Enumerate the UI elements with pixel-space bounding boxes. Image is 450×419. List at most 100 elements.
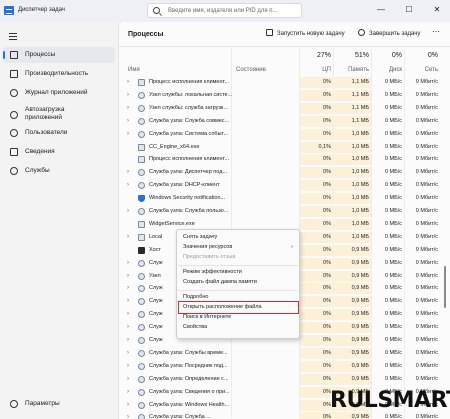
end-task-button[interactable]: Завершить задачу xyxy=(358,29,420,37)
expand-chevron-icon[interactable]: › xyxy=(127,414,129,419)
table-row[interactable]: › Служба узла: DHCP-клиент 0% 1,0 МБ 0 МБ/с 0… xyxy=(120,180,440,191)
expand-chevron-icon[interactable]: › xyxy=(127,402,129,408)
table-row[interactable]: › Служба узла: Система событ... 0% 1,0 МБ 0 … xyxy=(120,129,440,140)
disk-value: 0 МБ/с xyxy=(384,324,402,331)
memory-value: 0,9 МБ xyxy=(351,349,369,356)
run-new-task-button[interactable]: Запустить новую задачу xyxy=(266,29,345,37)
sidebar-item-startup[interactable]: Автозагрузка приложений xyxy=(3,104,115,126)
table-row[interactable]: › Служба узла: Служба ... 0% 0,9 МБ 0 МБ/с 0 … xyxy=(120,412,440,419)
expand-chevron-icon[interactable]: › xyxy=(127,92,129,98)
process-name: Служба узла: DHCP-клиент xyxy=(149,182,220,189)
expand-chevron-icon[interactable]: › xyxy=(127,79,129,85)
context-menu-item[interactable]: Подробно xyxy=(180,293,297,302)
sidebar-item-performance[interactable]: Производительность xyxy=(3,66,115,82)
memory-total[interactable]: 51% xyxy=(334,52,369,59)
close-button[interactable]: ✕ xyxy=(431,4,443,16)
expand-chevron-icon[interactable]: › xyxy=(127,324,129,330)
table-row[interactable]: › Процесс исполнения климент... 0% 1,1 МБ 0 … xyxy=(120,77,440,88)
table-row[interactable]: › Служба узла: Определение с... 0% 0,9 МБ 0 … xyxy=(120,374,440,385)
memory-value: 1,1 МБ xyxy=(351,104,369,111)
memory-value: 0,9 МБ xyxy=(351,375,369,382)
network-value: 0 Мбит/с xyxy=(415,311,438,318)
context-menu-item[interactable]: Поиск в Интернете xyxy=(180,313,297,322)
service-gear-icon xyxy=(138,285,145,293)
context-menu-item-label: Значения ресурсов xyxy=(183,244,233,250)
expand-chevron-icon[interactable]: › xyxy=(127,131,129,137)
sidebar-item-processes[interactable]: Процессы xyxy=(3,47,115,63)
column-header-name[interactable]: Имя xyxy=(128,67,140,73)
process-name: CC_Engine_x64.exe xyxy=(149,143,200,150)
sidebar-item-label: Процессы xyxy=(25,51,56,58)
table-row[interactable]: Windows Security notification... 0% 1,0 МБ… xyxy=(120,193,440,204)
network-value: 0 Мбит/с xyxy=(415,91,438,98)
table-row[interactable]: › Служба узла: Службы време... 0% 0,9 МБ 0 М… xyxy=(120,348,440,359)
column-header-memory[interactable]: Память xyxy=(334,67,369,73)
search-input[interactable]: Введите имя, издателя или PID для п... xyxy=(147,3,302,18)
column-header-status[interactable]: Состояние xyxy=(236,67,266,73)
expand-chevron-icon[interactable]: › xyxy=(127,376,129,382)
title-bar: Диспетчер задач Введите имя, издателя ил… xyxy=(0,0,450,22)
sidebar-item-app-history[interactable]: Журнал приложений xyxy=(3,85,115,101)
table-row[interactable]: › Узел службы: служба загрузк... 0% 1,1 МБ 0… xyxy=(120,103,440,114)
context-menu-item[interactable]: Режим эффективности xyxy=(180,268,297,277)
minimize-button[interactable]: — xyxy=(375,4,387,16)
expand-chevron-icon[interactable]: › xyxy=(127,118,129,124)
table-row[interactable]: › Служба узла: Служба совмес... 0% 1,1 МБ 0 … xyxy=(120,116,440,127)
expand-chevron-icon[interactable]: › xyxy=(127,311,129,317)
table-row[interactable]: › Узел службы: локальная систе... 0% 1,1 МБ… xyxy=(120,90,440,101)
service-gear-icon xyxy=(138,104,145,112)
expand-chevron-icon[interactable]: › xyxy=(127,363,129,369)
sidebar-item-settings[interactable]: Параметры xyxy=(3,396,115,412)
more-options-button[interactable]: ⋯ xyxy=(432,27,440,36)
process-name: Служба узла: Диспетчер под... xyxy=(149,169,228,176)
network-total[interactable]: 0% xyxy=(405,52,438,59)
expand-chevron-icon[interactable]: › xyxy=(127,260,129,266)
context-menu-item-label: Создать файл дампа памяти xyxy=(183,279,257,285)
table-row[interactable]: Процесс исполнения климент... 0% 1,0 МБ 0 М… xyxy=(120,154,440,165)
memory-value: 1,1 МБ xyxy=(351,117,369,124)
hamburger-menu-icon[interactable] xyxy=(9,33,17,40)
column-header-cpu[interactable]: ЦП xyxy=(300,67,331,73)
network-value: 0 Мбит/с xyxy=(415,414,438,419)
expand-chevron-icon[interactable]: › xyxy=(127,298,129,304)
table-row[interactable]: › Служба узла: Диспетчер под... 0% 1,0 МБ 0 … xyxy=(120,167,440,178)
context-menu-item[interactable]: Значения ресурсов › xyxy=(180,243,297,252)
network-value: 0 Мбит/с xyxy=(415,169,438,176)
table-row[interactable]: CC_Engine_x64.exe 0,1% 1,0 МБ 0 МБ/с 0 Мбит/… xyxy=(120,142,440,153)
context-menu-item[interactable]: Свойства xyxy=(180,323,297,332)
cpu-value: 0% xyxy=(323,259,331,266)
table-row[interactable]: › Служба узла: Служба пользо... 0% 1,0 МБ 0 … xyxy=(120,206,440,217)
scrollbar-thumb[interactable] xyxy=(444,266,446,308)
expand-chevron-icon[interactable]: › xyxy=(127,350,129,356)
process-icon xyxy=(138,143,145,151)
service-gear-icon xyxy=(138,349,145,357)
memory-value: 0,9 МБ xyxy=(351,311,369,318)
toolbar-divider xyxy=(119,46,450,47)
sidebar-item-details[interactable]: Сведения xyxy=(3,144,115,160)
sidebar-item-users[interactable]: Пользователи xyxy=(3,125,115,141)
sidebar-item-label: Службы xyxy=(25,167,50,174)
column-header-network[interactable]: Сеть xyxy=(405,67,438,73)
expand-chevron-icon[interactable]: › xyxy=(127,169,129,175)
expand-chevron-icon[interactable]: › xyxy=(127,389,129,395)
expand-chevron-icon[interactable]: › xyxy=(127,234,129,240)
expand-chevron-icon[interactable]: › xyxy=(127,208,129,214)
expand-chevron-icon[interactable]: › xyxy=(127,337,129,343)
column-header-disk[interactable]: Диск xyxy=(372,67,402,73)
table-row[interactable]: › Служба узла: Посредник под... 0% 0,9 МБ 0 … xyxy=(120,361,440,372)
context-menu-item[interactable]: Снять задачу xyxy=(180,233,297,242)
context-menu-item[interactable]: Открыть расположение файла xyxy=(178,301,299,314)
context-menu-item-label: Предоставить отзыв xyxy=(183,254,236,260)
sidebar-item-services[interactable]: Службы xyxy=(3,163,115,179)
service-gear-icon xyxy=(138,169,145,177)
disk-total[interactable]: 0% xyxy=(372,52,402,59)
expand-chevron-icon[interactable]: › xyxy=(127,285,129,291)
maximize-button[interactable]: ☐ xyxy=(403,4,415,16)
cpu-total[interactable]: 27% xyxy=(300,52,331,59)
context-menu-item[interactable]: Создать файл дампа памяти xyxy=(180,278,297,287)
expand-chevron-icon[interactable]: › xyxy=(127,273,129,279)
cpu-value: 0% xyxy=(323,220,331,227)
expand-chevron-icon[interactable]: › xyxy=(127,182,129,188)
network-value: 0 Мбит/с xyxy=(415,259,438,266)
expand-chevron-icon[interactable]: › xyxy=(127,105,129,111)
